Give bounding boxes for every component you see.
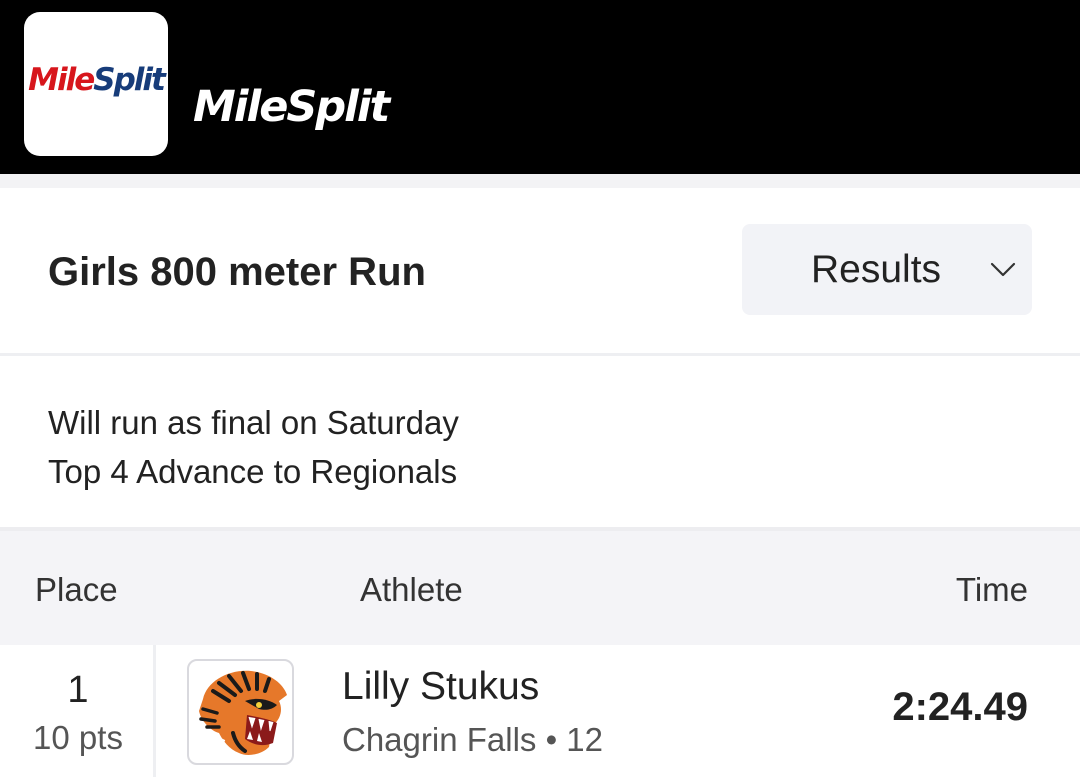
header-divider <box>0 174 1080 188</box>
chevron-down-icon <box>990 262 1016 277</box>
event-notes: Will run as final on Saturday Top 4 Adva… <box>48 398 459 496</box>
event-note-line: Will run as final on Saturday <box>48 404 459 441</box>
athlete-team-grade: Chagrin Falls • 12 <box>342 721 604 758</box>
athlete-name-link[interactable]: Lilly Stukus <box>342 665 539 709</box>
column-header-athlete[interactable]: Athlete <box>360 571 463 609</box>
view-select-label: Results <box>811 248 942 291</box>
app-icon[interactable]: MileSplit <box>24 12 168 156</box>
app-header: MileSplit MileSplit <box>0 0 1080 174</box>
results-table: Place Athlete Time 1 10 pts Lilly Stukus… <box>0 527 1080 777</box>
event-title: Girls 800 meter Run <box>48 250 426 294</box>
table-header: Place Athlete Time <box>0 527 1080 645</box>
place-points: 10 pts <box>33 719 123 756</box>
tiger-icon <box>199 670 287 760</box>
milesplit-logo: MileSplit <box>28 62 166 98</box>
brand-name: MileSplit <box>193 82 390 132</box>
result-time: 2:24.49 <box>892 685 1028 729</box>
table-row[interactable]: 1 10 pts Lilly Stukus Chagrin Falls • 12… <box>0 645 1080 777</box>
team-logo[interactable] <box>187 659 294 765</box>
event-note-line: Top 4 Advance to Regionals <box>48 453 458 490</box>
event-header: Girls 800 meter Run Results <box>0 188 1080 356</box>
place-number: 1 <box>67 669 89 711</box>
place-cell: 1 10 pts <box>0 645 156 777</box>
results-view-select[interactable]: Results <box>742 224 1032 315</box>
column-header-place[interactable]: Place <box>35 571 118 609</box>
column-header-time[interactable]: Time <box>956 571 1028 609</box>
